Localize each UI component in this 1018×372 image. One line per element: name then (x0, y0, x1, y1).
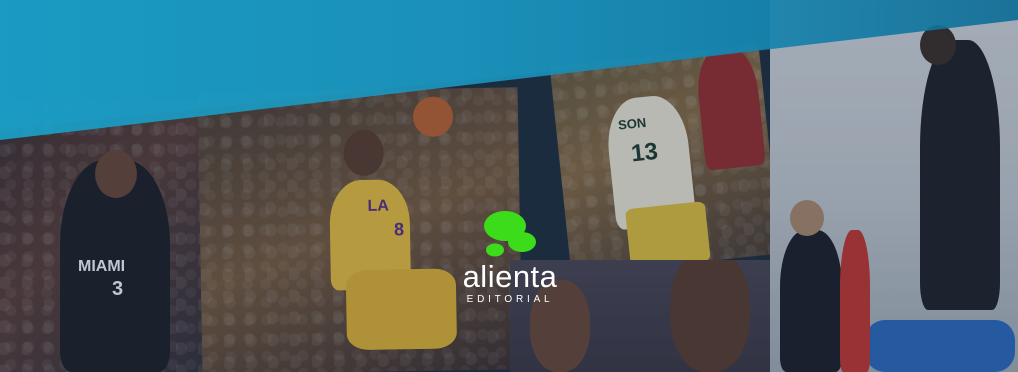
photo-training-gym (770, 0, 1018, 372)
alienta-logo: alienta EDITORIAL (440, 206, 580, 316)
lakers-jersey-number: 8 (393, 219, 405, 240)
lakers-jersey-text: LA (367, 197, 390, 215)
logo-bubbles-icon (484, 211, 536, 257)
miami-jersey-text: MIAMI (78, 258, 126, 275)
logo-subtitle: EDITORIAL (466, 294, 554, 305)
miami-jersey-number: 3 (112, 278, 124, 300)
pacers-jersey-text: SON (617, 114, 647, 133)
pacers-jersey-number: 13 (629, 137, 660, 168)
photo-pacers-player: SON 13 (549, 44, 781, 276)
logo-brand-name: alienta (462, 259, 558, 294)
hero-banner: MIAMI 3 LA 8 SON 13 alienta EDITORIAL (0, 0, 1018, 372)
